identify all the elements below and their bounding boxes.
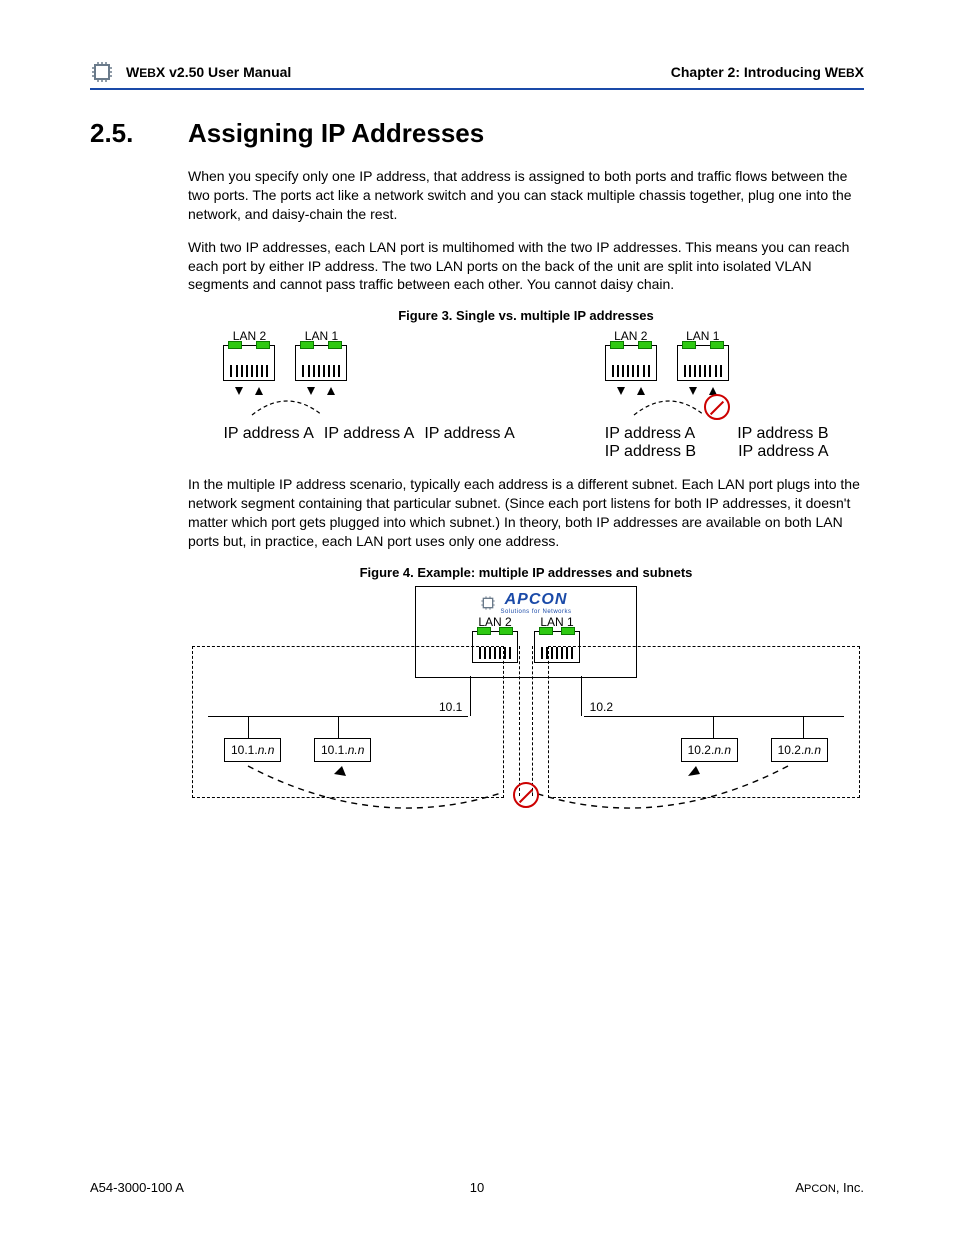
fig3-addr-a: IP address A xyxy=(738,443,828,461)
prohibit-icon xyxy=(513,782,539,808)
paragraph-2: With two IP addresses, each LAN port is … xyxy=(188,238,864,295)
prohibit-icon xyxy=(704,394,730,420)
apcon-logo-text: APCON xyxy=(500,591,571,609)
figure-4: APCON Solutions for Networks LAN 2 LAN 1 xyxy=(188,586,864,836)
section-heading: 2.5. Assigning IP Addresses xyxy=(90,118,864,149)
host-10-2-a: 10.2.n.n xyxy=(681,738,738,762)
header-left: WEBX v2.50 User Manual xyxy=(126,64,671,80)
subnet-10-2: 10.2 xyxy=(589,700,614,714)
paragraph-1: When you specify only one IP address, th… xyxy=(188,167,864,224)
fig3-addr-a: IP address A xyxy=(605,425,695,443)
paragraph-3: In the multiple IP address scenario, typ… xyxy=(188,475,864,551)
figure-3-caption: Figure 3. Single vs. multiple IP address… xyxy=(188,308,864,323)
rj45-port-icon xyxy=(295,345,347,381)
footer-docnum: A54-3000-100 A xyxy=(90,1180,348,1195)
rj45-port-icon xyxy=(223,345,275,381)
header-right: Chapter 2: Introducing WEBX xyxy=(671,64,864,80)
rj45-port-icon xyxy=(605,345,657,381)
section-title: Assigning IP Addresses xyxy=(188,118,484,149)
chip-icon xyxy=(480,595,496,611)
section-number: 2.5. xyxy=(90,118,188,149)
page-footer: A54-3000-100 A 10 APCON, Inc. xyxy=(90,1180,864,1195)
figure-3: LAN 2 LAN 1 xyxy=(188,329,864,461)
figure-4-caption: Figure 4. Example: multiple IP addresses… xyxy=(188,565,864,580)
footer-company: APCON, Inc. xyxy=(606,1180,864,1195)
chip-icon xyxy=(90,60,114,84)
rj45-port-icon xyxy=(677,345,729,381)
fig3-addr-a: IP address A xyxy=(324,425,414,443)
fig3-addr-a: IP address A xyxy=(223,425,313,443)
subnet-10-1: 10.1 xyxy=(438,700,463,714)
host-10-2-b: 10.2.n.n xyxy=(771,738,828,762)
host-10-1-a: 10.1.n.n xyxy=(224,738,281,762)
footer-pagenum: 10 xyxy=(348,1180,606,1195)
page-header: WEBX v2.50 User Manual Chapter 2: Introd… xyxy=(90,60,864,90)
fig3-addr-a: IP address A xyxy=(424,425,514,443)
fig3-addr-b: IP address B xyxy=(737,425,828,443)
fig3-addr-b: IP address B xyxy=(605,443,696,461)
host-10-1-b: 10.1.n.n xyxy=(314,738,371,762)
